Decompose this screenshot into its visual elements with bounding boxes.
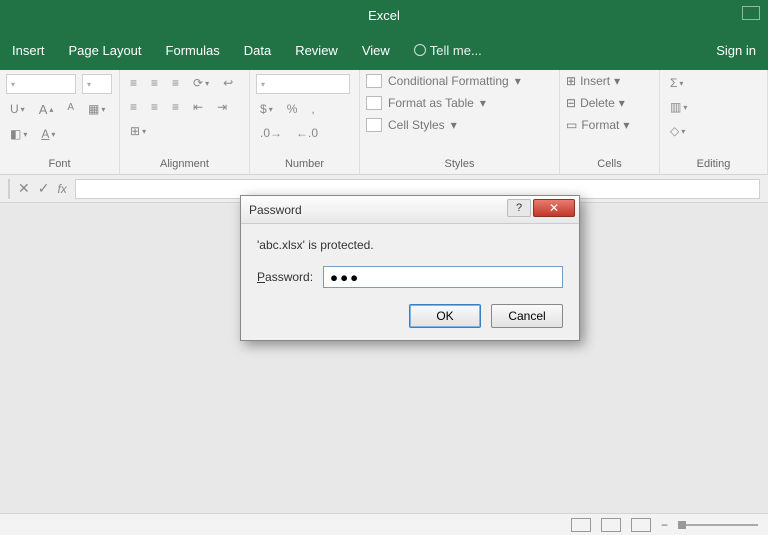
group-editing: Σ▾ ▥▾ ◇▾ Editing bbox=[660, 70, 768, 174]
zoom-out-button[interactable]: − bbox=[661, 518, 668, 532]
decrease-indent-button[interactable]: ⇤ bbox=[189, 98, 207, 116]
conditional-formatting-icon bbox=[366, 74, 382, 88]
cell-styles-icon bbox=[366, 118, 382, 132]
ribbon-tabs: Insert Page Layout Formulas Data Review … bbox=[0, 30, 768, 70]
wrap-text-button[interactable]: ↩ bbox=[219, 74, 237, 92]
group-label-font: Font bbox=[6, 156, 113, 172]
tab-page-layout[interactable]: Page Layout bbox=[69, 43, 142, 58]
group-cells: ⊞Insert▾ ⊟Delete▾ ▭Format▾ Cells bbox=[560, 70, 660, 174]
group-label-alignment: Alignment bbox=[126, 156, 243, 172]
percent-button[interactable]: % bbox=[283, 100, 302, 118]
dialog-title: Password bbox=[249, 203, 302, 217]
group-label-styles: Styles bbox=[366, 156, 553, 172]
tab-view[interactable]: View bbox=[362, 43, 390, 58]
password-label: Password: bbox=[257, 270, 313, 284]
cell-styles-button[interactable]: Cell Styles▾ bbox=[366, 118, 457, 132]
page-break-view-button[interactable] bbox=[631, 518, 651, 532]
ribbon: ▾ ▾ U▾ A▴ A ▦▾ ◧▾ A▾ Font ≡ ≡ ≡ ⟳▾ ↩ ≡ ≡… bbox=[0, 70, 768, 175]
accept-formula-button[interactable]: ✓ bbox=[38, 180, 50, 197]
page-layout-view-button[interactable] bbox=[601, 518, 621, 532]
align-left-button[interactable]: ≡ bbox=[126, 98, 141, 116]
align-right-button[interactable]: ≡ bbox=[168, 98, 183, 116]
tab-insert[interactable]: Insert bbox=[12, 43, 45, 58]
font-name-dropdown[interactable]: ▾ bbox=[6, 74, 76, 94]
currency-button[interactable]: $▾ bbox=[256, 100, 277, 118]
dialog-close-button[interactable]: ✕ bbox=[533, 199, 575, 217]
group-label-cells: Cells bbox=[566, 156, 653, 172]
format-as-table-button[interactable]: Format as Table▾ bbox=[366, 96, 486, 110]
decrease-decimal-button[interactable]: ←.0 bbox=[292, 124, 322, 142]
delete-icon: ⊟ bbox=[566, 96, 576, 110]
tab-data[interactable]: Data bbox=[244, 43, 271, 58]
dialog-message: 'abc.xlsx' is protected. bbox=[257, 238, 563, 252]
merge-button[interactable]: ⊞▾ bbox=[126, 122, 150, 140]
dialog-titlebar[interactable]: Password ? ✕ bbox=[241, 196, 579, 224]
align-middle-button[interactable]: ≡ bbox=[147, 74, 162, 92]
table-icon bbox=[366, 96, 382, 110]
group-alignment: ≡ ≡ ≡ ⟳▾ ↩ ≡ ≡ ≡ ⇤ ⇥ ⊞▾ Alignment bbox=[120, 70, 250, 174]
number-format-dropdown[interactable]: ▾ bbox=[256, 74, 350, 94]
increase-indent-button[interactable]: ⇥ bbox=[213, 98, 231, 116]
tell-me[interactable]: Tell me... bbox=[414, 43, 482, 58]
font-size-dropdown[interactable]: ▾ bbox=[82, 74, 112, 94]
align-top-button[interactable]: ≡ bbox=[126, 74, 141, 92]
format-cells-button[interactable]: ▭Format▾ bbox=[566, 118, 629, 132]
font-color-button[interactable]: A▾ bbox=[37, 125, 59, 143]
format-icon: ▭ bbox=[566, 118, 577, 132]
autosum-button[interactable]: Σ▾ bbox=[666, 74, 687, 92]
shrink-font-button[interactable]: A bbox=[63, 100, 78, 115]
fill-button[interactable]: ▥▾ bbox=[666, 98, 691, 116]
dialog-help-button[interactable]: ? bbox=[507, 199, 531, 217]
cancel-formula-button[interactable]: ✕ bbox=[18, 180, 30, 197]
delete-cells-button[interactable]: ⊟Delete▾ bbox=[566, 96, 625, 110]
sign-in-link[interactable]: Sign in bbox=[716, 43, 756, 58]
comma-button[interactable]: , bbox=[307, 100, 318, 118]
group-number: ▾ $▾ % , .0→ ←.0 Number bbox=[250, 70, 360, 174]
window-controls bbox=[742, 6, 760, 20]
border-button[interactable]: ▦▾ bbox=[84, 100, 109, 118]
group-styles: Conditional Formatting▾ Format as Table▾… bbox=[360, 70, 560, 174]
clear-button[interactable]: ◇▾ bbox=[666, 122, 689, 140]
password-dialog: Password ? ✕ 'abc.xlsx' is protected. Pa… bbox=[240, 195, 580, 341]
close-icon: ✕ bbox=[549, 201, 559, 215]
group-label-editing: Editing bbox=[666, 156, 761, 172]
ok-button[interactable]: OK bbox=[409, 304, 481, 328]
grow-font-button[interactable]: A▴ bbox=[35, 100, 58, 119]
title-bar: Excel bbox=[0, 0, 768, 30]
insert-icon: ⊞ bbox=[566, 74, 576, 88]
fx-button[interactable]: fx bbox=[57, 182, 66, 196]
tab-review[interactable]: Review bbox=[295, 43, 338, 58]
status-bar: − bbox=[0, 513, 768, 535]
cancel-button[interactable]: Cancel bbox=[491, 304, 563, 328]
restore-icon[interactable] bbox=[742, 6, 760, 20]
insert-cells-button[interactable]: ⊞Insert▾ bbox=[566, 74, 620, 88]
name-box[interactable] bbox=[8, 179, 10, 199]
app-title: Excel bbox=[368, 8, 400, 23]
align-bottom-button[interactable]: ≡ bbox=[168, 74, 183, 92]
tab-formulas[interactable]: Formulas bbox=[166, 43, 220, 58]
orientation-button[interactable]: ⟳▾ bbox=[189, 74, 213, 92]
group-font: ▾ ▾ U▾ A▴ A ▦▾ ◧▾ A▾ Font bbox=[0, 70, 120, 174]
fill-color-button[interactable]: ◧▾ bbox=[6, 125, 31, 143]
increase-decimal-button[interactable]: .0→ bbox=[256, 124, 286, 142]
normal-view-button[interactable] bbox=[571, 518, 591, 532]
password-input[interactable] bbox=[323, 266, 563, 288]
align-center-button[interactable]: ≡ bbox=[147, 98, 162, 116]
bulb-icon bbox=[414, 44, 426, 56]
zoom-slider[interactable] bbox=[678, 524, 758, 526]
group-label-number: Number bbox=[256, 156, 353, 172]
conditional-formatting-button[interactable]: Conditional Formatting▾ bbox=[366, 74, 521, 88]
underline-button[interactable]: U▾ bbox=[6, 100, 29, 118]
